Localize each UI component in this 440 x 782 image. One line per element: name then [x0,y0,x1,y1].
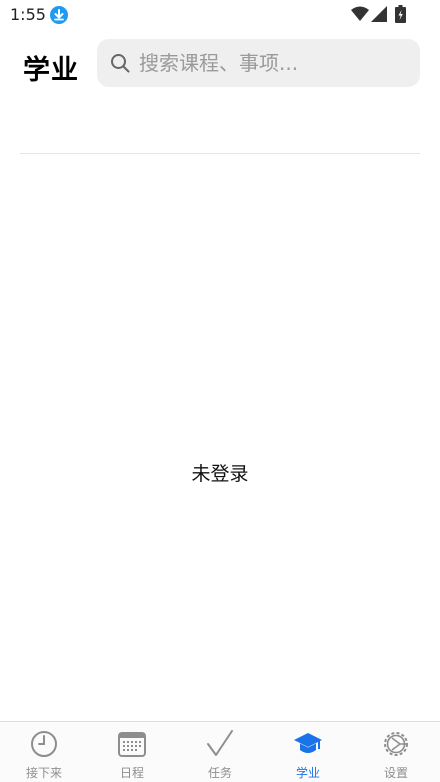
not-logged-in-message: 未登录 [191,463,249,485]
clock-icon [31,731,57,757]
cellular-signal-icon [371,6,387,22]
tab-label: 日程 [119,766,144,780]
status-bar: 1:55 [0,0,440,30]
tab-schedule[interactable]: 日程 [88,722,176,782]
graduation-cap-icon [294,733,322,753]
checkmark-icon [207,730,233,756]
tab-academics[interactable]: 学业 [264,722,352,782]
tab-label: 接下来 [25,766,62,780]
status-time: 1:55 [10,5,46,24]
gear-icon [384,732,408,756]
download-notification-icon [50,6,68,24]
search-input[interactable] [139,39,409,87]
calendar-icon [118,732,146,757]
search-icon [111,54,130,73]
tab-label: 设置 [383,766,408,780]
header-divider [20,153,420,154]
tab-settings[interactable]: 设置 [352,722,440,782]
page-title: 学业 [23,55,79,86]
header: 学业 [0,38,440,90]
tab-upcoming[interactable]: 接下来 [0,722,88,782]
tab-label: 任务 [207,766,232,780]
tab-tasks[interactable]: 任务 [176,722,264,782]
tab-label: 学业 [295,766,320,780]
battery-charging-icon [395,5,406,23]
wifi-icon [351,6,369,21]
bottom-tab-bar: 接下来 日程 任务 学业 设置 [0,721,440,782]
search-box[interactable] [97,39,420,87]
